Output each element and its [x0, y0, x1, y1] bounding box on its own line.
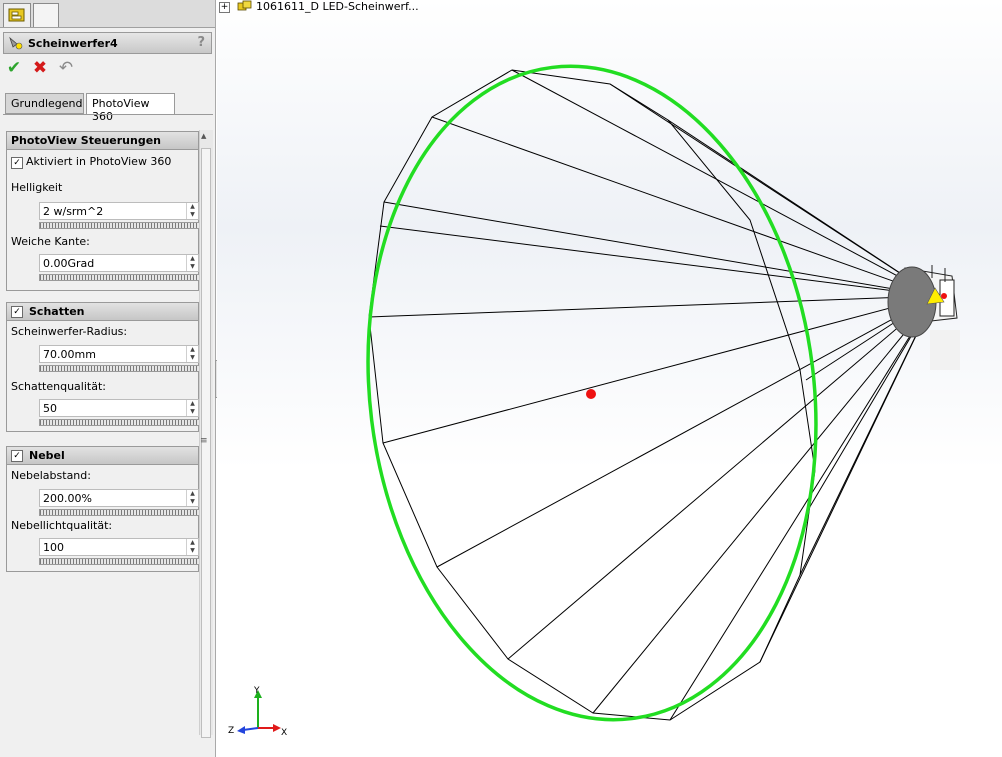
fog-distance-input[interactable]: 200.00% ▲ ▼	[39, 489, 199, 507]
property-manager-icon	[8, 8, 25, 22]
shadow-quality-label: Schattenqualität:	[11, 380, 106, 393]
cancel-button[interactable]: ✖	[30, 58, 50, 78]
light-source-point	[941, 293, 947, 299]
spotlight-radius-slider[interactable]	[39, 365, 200, 372]
fog-distance-slider[interactable]	[39, 509, 200, 516]
shadow-quality-slider[interactable]	[39, 419, 200, 426]
ok-button[interactable]: ✔	[4, 58, 24, 78]
property-manager: Scheinwerfer4 ? ✔ ✖ ↶ Grundlegend PhotoV…	[0, 0, 216, 757]
fog-distance-value: 200.00%	[43, 492, 92, 505]
assembly-name[interactable]: 1061611_D LED-Scheinwerf...	[256, 0, 419, 13]
tab-photoview-360[interactable]: PhotoView 360	[86, 93, 175, 123]
shadow-group: Schatten ✓ Scheinwerfer-Radius: 70.00mm …	[6, 302, 200, 432]
fog-checkbox[interactable]: ✓	[11, 450, 23, 462]
enabled-in-photoview-label: Aktiviert in PhotoView 360	[26, 155, 172, 168]
shadow-checkbox[interactable]: ✓	[11, 306, 23, 318]
feature-title-bar: Scheinwerfer4 ?	[3, 32, 212, 54]
spin-arrows-icon[interactable]: ▲ ▼	[186, 490, 198, 506]
spotlight-cone-view	[217, 0, 1002, 757]
spotlight-radius-value: 70.00mm	[43, 348, 96, 361]
reflection	[930, 330, 960, 370]
shadow-quality-input[interactable]: 50 ▲ ▼	[39, 399, 199, 417]
brightness-slider[interactable]	[39, 222, 200, 229]
brightness-input[interactable]: 2 w/srm^2 ▲ ▼	[39, 202, 199, 220]
feature-manager-tab[interactable]	[33, 3, 59, 27]
scroll-up-icon[interactable]: ▲	[201, 132, 206, 140]
help-button[interactable]: ?	[197, 35, 205, 50]
fog-group: Nebel ✓ Nebelabstand: 200.00% ▲ ▼ Nebelli…	[6, 446, 200, 572]
soft-edge-input[interactable]: 0.00Grad ▲ ▼	[39, 254, 199, 272]
fog-light-quality-input[interactable]: 100 ▲ ▼	[39, 538, 199, 556]
fog-light-quality-value: 100	[43, 541, 64, 554]
group-header[interactable]: Nebel	[7, 447, 198, 465]
tab-grundlegend[interactable]: Grundlegend	[5, 93, 84, 114]
photoview-controls-group: PhotoView Steuerungen ✓ Aktiviert in Pho…	[6, 131, 200, 291]
spotlight-radius-input[interactable]: 70.00mm ▲ ▼	[39, 345, 199, 363]
viewport-background	[217, 0, 1002, 757]
brightness-value: 2 w/srm^2	[43, 205, 104, 218]
enabled-in-photoview-checkbox[interactable]: ✓	[11, 157, 23, 169]
z-axis-label: Z	[228, 726, 235, 736]
tab-divider	[3, 114, 213, 115]
spin-arrows-icon[interactable]: ▲ ▼	[186, 346, 198, 362]
spin-arrows-icon[interactable]: ▲ ▼	[186, 203, 198, 219]
y-axis-label: Y	[254, 686, 260, 696]
group-header[interactable]: PhotoView Steuerungen	[7, 132, 198, 150]
panel-scrollbar[interactable]: ▲	[199, 130, 213, 738]
feature-title: Scheinwerfer4	[28, 37, 118, 50]
manager-tabstrip	[0, 0, 215, 28]
spotlight-radius-label: Scheinwerfer-Radius:	[11, 325, 128, 338]
expand-icon[interactable]: +	[219, 2, 230, 13]
spin-arrows-icon[interactable]: ▲ ▼	[186, 400, 198, 416]
reference-triad: Y X Z	[225, 686, 295, 741]
feature-tree-flyout[interactable]: + 1061611_D LED-Scheinwerf...	[219, 0, 419, 13]
brightness-label: Helligkeit	[11, 181, 63, 194]
group-header[interactable]: Schatten	[7, 303, 198, 321]
undo-button[interactable]: ↶	[56, 58, 76, 78]
shadow-quality-value: 50	[43, 402, 57, 415]
soft-edge-value: 0.00Grad	[43, 257, 95, 270]
soft-edge-slider[interactable]	[39, 274, 200, 281]
spin-arrows-icon[interactable]: ▲ ▼	[186, 255, 198, 271]
fog-light-quality-slider[interactable]	[39, 558, 200, 565]
fog-light-quality-label: Nebellichtqualität:	[11, 519, 113, 532]
spotlight-icon	[9, 36, 23, 50]
graphics-area[interactable]	[217, 0, 1002, 757]
property-manager-tab[interactable]	[3, 3, 31, 27]
fog-distance-label: Nebelabstand:	[11, 469, 91, 482]
spin-arrows-icon[interactable]: ▲ ▼	[186, 539, 198, 555]
soft-edge-label: Weiche Kante:	[11, 235, 90, 248]
x-axis-label: X	[281, 728, 288, 738]
assembly-icon	[237, 0, 251, 11]
grip-icon: ≡	[200, 436, 208, 446]
target-point[interactable]	[586, 389, 596, 399]
